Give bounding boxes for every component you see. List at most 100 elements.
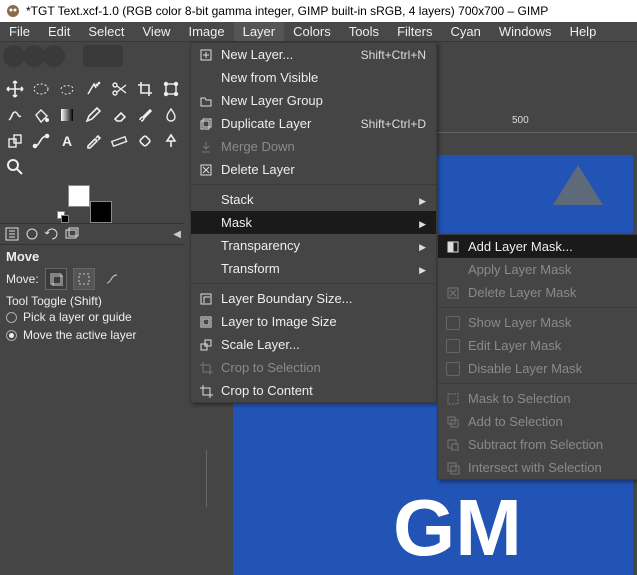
menu-disable-layer-mask: Disable Layer Mask: [438, 357, 637, 380]
menu-transform[interactable]: Transform: [191, 257, 436, 280]
dock-menu-icon[interactable]: ◀: [173, 229, 181, 240]
menu-apply-layer-mask: Apply Layer Mask: [438, 258, 637, 281]
menu-tools[interactable]: Tools: [340, 22, 388, 41]
history-tab-icon[interactable]: [44, 226, 60, 242]
tool-options-tab-icon[interactable]: [4, 226, 20, 242]
move-path-button[interactable]: [101, 268, 123, 290]
dock-tabstrip: ◀: [0, 223, 185, 245]
clone-icon[interactable]: [2, 128, 27, 153]
menu-image[interactable]: Image: [179, 22, 233, 41]
tool-options-title: Move: [6, 249, 179, 264]
gimp-app-icon: [6, 4, 20, 18]
menu-item-label: Crop to Selection: [215, 360, 426, 375]
healing-icon[interactable]: [132, 128, 157, 153]
color-swatches[interactable]: [68, 185, 112, 223]
menu-select[interactable]: Select: [79, 22, 133, 41]
menu-new-layer-group[interactable]: New Layer Group: [191, 89, 436, 112]
free-select-icon[interactable]: [54, 76, 79, 101]
measure-icon[interactable]: [106, 128, 131, 153]
menu-stack[interactable]: Stack: [191, 188, 436, 211]
unified-transform-icon[interactable]: [158, 76, 183, 101]
crop-icon[interactable]: [132, 76, 157, 101]
smudge-icon[interactable]: [158, 102, 183, 127]
menu-scale-layer[interactable]: Scale Layer...: [191, 333, 436, 356]
menu-item-label: Edit Layer Mask: [462, 338, 637, 353]
bg-color-swatch[interactable]: [90, 201, 112, 223]
submenu-arrow-icon: [419, 238, 426, 253]
bucket-fill-icon[interactable]: [28, 102, 53, 127]
radio-move-active[interactable]: Move the active layer: [6, 328, 179, 342]
menu-help[interactable]: Help: [561, 22, 606, 41]
pencil-icon[interactable]: [80, 102, 105, 127]
window-titlebar: *TGT Text.xcf-1.0 (RGB color 8-bit gamma…: [0, 0, 637, 22]
menu-item-label: Crop to Content: [215, 383, 426, 398]
radio-pick-layer[interactable]: Pick a layer or guide: [6, 310, 179, 324]
menu-layer[interactable]: Layer: [234, 22, 285, 41]
menu-edit[interactable]: Edit: [39, 22, 79, 41]
scissors-icon[interactable]: [106, 76, 131, 101]
menu-layer-to-image[interactable]: Layer to Image Size: [191, 310, 436, 333]
menu-item-label: Delete Layer Mask: [462, 285, 637, 300]
left-panel: A ◀ Move Move: Tool Toggle (Shift) Pick …: [0, 42, 185, 350]
menu-colors[interactable]: Colors: [284, 22, 340, 41]
fuzzy-select-icon[interactable]: [80, 76, 105, 101]
tool-options: Move Move: Tool Toggle (Shift) Pick a la…: [0, 245, 185, 350]
menu-mask[interactable]: Mask: [191, 211, 436, 234]
menu-filters[interactable]: Filters: [388, 22, 441, 41]
path-icon[interactable]: [28, 128, 53, 153]
paintbrush-icon[interactable]: [132, 102, 157, 127]
text-icon[interactable]: A: [54, 128, 79, 153]
menu-add-to-selection: Add to Selection: [438, 410, 637, 433]
menu-item-label: Disable Layer Mask: [462, 361, 637, 376]
ruler-vertical[interactable]: [185, 450, 207, 507]
window-title: *TGT Text.xcf-1.0 (RGB color 8-bit gamma…: [26, 0, 548, 22]
menu-separator: [438, 383, 637, 384]
menu-duplicate-layer[interactable]: Duplicate Layer Shift+Ctrl+D: [191, 112, 436, 135]
menu-separator: [438, 307, 637, 308]
menu-item-label: Apply Layer Mask: [462, 262, 637, 277]
menu-windows[interactable]: Windows: [490, 22, 561, 41]
layer-menu: New Layer... Shift+Ctrl+N New from Visib…: [190, 42, 437, 403]
toolbox: A: [0, 74, 185, 181]
move-selection-button[interactable]: [73, 268, 95, 290]
menu-crop-to-content[interactable]: Crop to Content: [191, 379, 436, 402]
menu-view[interactable]: View: [134, 22, 180, 41]
fg-color-swatch[interactable]: [68, 185, 90, 207]
menu-new-layer[interactable]: New Layer... Shift+Ctrl+N: [191, 43, 436, 66]
move-mode-label: Move:: [6, 272, 39, 286]
svg-text:A: A: [61, 133, 71, 149]
submenu-arrow-icon: [419, 215, 426, 230]
menu-separator: [191, 184, 436, 185]
menu-item-label: Scale Layer...: [215, 337, 426, 352]
submenu-arrow-icon: [419, 261, 426, 276]
menu-layer-boundary[interactable]: Layer Boundary Size...: [191, 287, 436, 310]
ink-icon[interactable]: [158, 128, 183, 153]
device-tab-icon[interactable]: [24, 226, 40, 242]
ellipse-select-icon[interactable]: [28, 76, 53, 101]
images-tab-icon[interactable]: [64, 226, 80, 242]
eraser-icon[interactable]: [106, 102, 131, 127]
menu-item-label: Stack: [215, 192, 413, 207]
menu-item-label: Mask: [215, 215, 413, 230]
menu-item-label: New Layer Group: [215, 93, 426, 108]
menu-delete-layer-mask: Delete Layer Mask: [438, 281, 637, 304]
move-layer-button[interactable]: [45, 268, 67, 290]
menu-item-label: Add Layer Mask...: [462, 239, 637, 254]
menu-new-from-visible[interactable]: New from Visible: [191, 66, 436, 89]
zoom-icon[interactable]: [2, 154, 27, 179]
menu-item-accel: Shift+Ctrl+N: [361, 48, 426, 62]
menu-cyan[interactable]: Cyan: [441, 22, 489, 41]
color-picker-icon[interactable]: [80, 128, 105, 153]
move-tool-icon[interactable]: [2, 76, 27, 101]
menu-item-label: Mask to Selection: [462, 391, 637, 406]
ruler-tick: 500: [512, 115, 529, 126]
menu-transparency[interactable]: Transparency: [191, 234, 436, 257]
menu-delete-layer[interactable]: Delete Layer: [191, 158, 436, 181]
canvas-content-triangle: [543, 160, 613, 210]
warp-icon[interactable]: [2, 102, 27, 127]
menu-add-layer-mask[interactable]: Add Layer Mask...: [438, 235, 637, 258]
menu-item-label: New from Visible: [215, 70, 426, 85]
menu-file[interactable]: File: [0, 22, 39, 41]
default-colors-icon-b[interactable]: [61, 215, 69, 223]
gradient-icon[interactable]: [54, 102, 79, 127]
